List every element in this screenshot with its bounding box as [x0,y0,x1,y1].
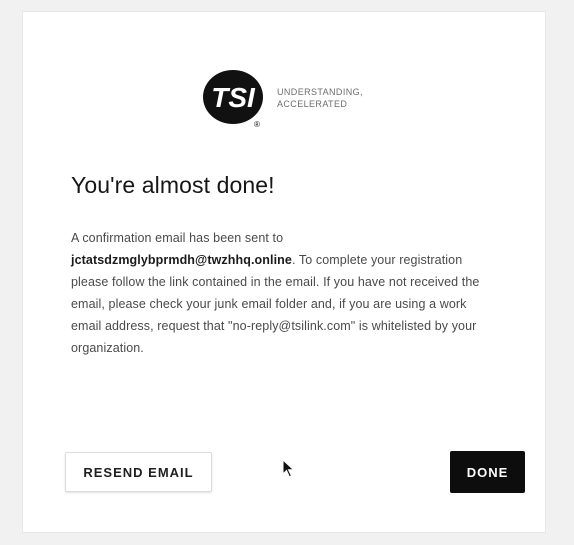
registered-mark: ® [254,120,260,129]
message-intro: A confirmation email has been sent to [71,231,284,245]
tsi-logo: TSI ® [203,70,263,129]
page-background: TSI ® UNDERSTANDING, ACCELERATED You're … [0,0,574,545]
logo-text: TSI [211,82,256,113]
page-title: You're almost done! [71,172,275,198]
message-instructions: . To complete your registration please f… [71,253,480,355]
confirmation-card: TSI ® UNDERSTANDING, ACCELERATED You're … [23,12,545,532]
user-email-address: jctatsdzmglybprmdh@twzhhq.online [71,253,292,267]
resend-email-button[interactable]: RESEND EMAIL [65,452,212,492]
brand-header: TSI ® UNDERSTANDING, ACCELERATED [23,67,545,129]
mouse-pointer-icon [282,459,295,478]
brand-tagline: UNDERSTANDING, ACCELERATED [277,86,407,110]
tagline-line-2: ACCELERATED [277,99,348,109]
tagline-line-1: UNDERSTANDING, [277,87,363,97]
done-button[interactable]: DONE [450,451,525,493]
confirmation-message: A confirmation email has been sent to jc… [71,227,491,359]
